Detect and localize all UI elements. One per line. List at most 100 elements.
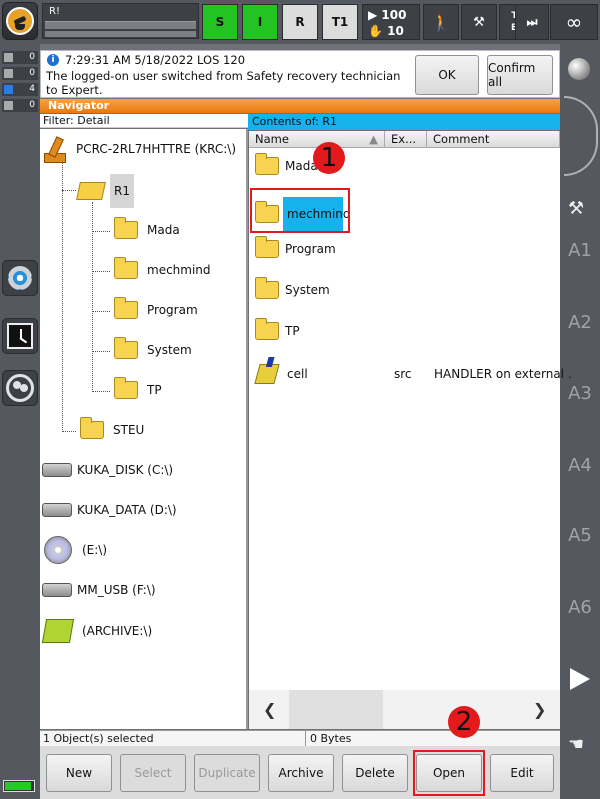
tree-connector <box>92 231 110 232</box>
counter-info[interactable]: 4 <box>2 83 38 96</box>
coordinate-arc-icon[interactable] <box>564 96 598 176</box>
counter-wait[interactable]: 0 <box>2 99 38 112</box>
cd-drive-icon <box>44 536 72 564</box>
tree-connector <box>62 190 76 191</box>
tree-node-kuka-disk[interactable]: KUKA_DISK (C:\) <box>42 463 173 477</box>
hard-drive-icon <box>42 463 72 477</box>
tree-node-mechmind[interactable]: mechmind <box>114 257 211 279</box>
users-icon <box>6 374 34 402</box>
globe-icon[interactable] <box>568 58 590 80</box>
folder-icon <box>114 337 138 359</box>
tree-connector <box>62 162 63 432</box>
message-header: 7:29:31 AM 5/18/2022 LOS 120 <box>65 53 246 67</box>
list-item[interactable]: cell src HANDLER on external . <box>254 364 572 384</box>
list-item[interactable]: TP <box>255 318 300 340</box>
tool-button[interactable]: ⚒ <box>461 4 497 40</box>
tree-node-tp[interactable]: TP <box>114 377 162 399</box>
archive-button[interactable]: Archive <box>268 754 334 792</box>
program-status-box[interactable]: R! <box>42 3 199 39</box>
scroll-thumb[interactable] <box>289 690 383 729</box>
jog-mode-button[interactable]: 🚶 <box>423 4 459 40</box>
navigator-title: Navigator <box>40 99 560 113</box>
override-box[interactable]: ▶ 100 ✋ 10 <box>362 4 420 40</box>
folder-icon <box>114 257 138 279</box>
hand-icon[interactable]: ☚ <box>568 734 584 755</box>
tree-node-program[interactable]: Program <box>114 297 198 319</box>
highlight-box-open <box>413 750 485 796</box>
list-item[interactable]: System <box>255 277 330 299</box>
fast-forward-icon: ⏭ <box>526 14 538 29</box>
drives-status[interactable]: I <box>242 4 278 40</box>
play-icon[interactable] <box>570 668 590 690</box>
tree-node-mada[interactable]: Mada <box>114 217 180 239</box>
right-sidebar: ⚒ A1 A2 A3 A4 A5 A6 ☚ <box>560 44 600 799</box>
status-bar: 1 Object(s) selected 0 Bytes <box>40 730 560 747</box>
list-item-extension: src <box>394 367 412 381</box>
selection-status: 1 Object(s) selected <box>43 732 154 745</box>
edit-button[interactable]: Edit <box>490 754 554 792</box>
tool-icon: ⚒ <box>473 14 485 30</box>
list-item[interactable]: Program <box>255 236 336 258</box>
folder-icon <box>80 417 104 439</box>
robot-interpreter-status[interactable]: R <box>282 4 318 40</box>
axis-a6[interactable]: A6 <box>560 597 600 618</box>
counter-stop[interactable]: 0 <box>2 67 38 80</box>
scroll-right-icon[interactable]: ❯ <box>533 700 546 719</box>
filter-label: Filter: Detail <box>40 114 248 128</box>
message-window: i 7:29:31 AM 5/18/2022 LOS 120 The logge… <box>40 50 560 98</box>
submit-interpreter-status[interactable]: S <box>202 4 238 40</box>
duplicate-button[interactable]: Duplicate <box>194 754 260 792</box>
delete-button[interactable]: Delete <box>342 754 408 792</box>
list-item[interactable]: Mada <box>255 153 318 175</box>
counter-value: 4 <box>29 84 35 94</box>
axis-a2[interactable]: A2 <box>560 312 600 333</box>
folder-icon <box>114 297 138 319</box>
column-header-label: Name <box>255 132 289 146</box>
tree-node-r1[interactable]: R1 <box>76 174 134 208</box>
top-status-bar: R! S I R T1 ▶ 100 ✋ 10 🚶 ⚒ T? B? ⏭ ∞ <box>0 0 600 44</box>
program-override-value: 100 <box>381 8 407 22</box>
tree-node-root[interactable]: PCRC-2RL7HHTTRE (KRC:\) <box>42 135 236 163</box>
tree-node-system[interactable]: System <box>114 337 192 359</box>
main-menu-button[interactable] <box>2 2 38 40</box>
program-name: R! <box>49 6 60 17</box>
tree-node-mm-usb[interactable]: MM_USB (F:\) <box>42 583 156 597</box>
program-progress-bar <box>45 21 196 29</box>
battery-indicator <box>3 780 35 792</box>
select-button[interactable]: Select <box>120 754 186 792</box>
tree-node-archive[interactable]: (ARCHIVE:\) <box>41 619 152 643</box>
axis-a4[interactable]: A4 <box>560 455 600 476</box>
tree-node-e-drive[interactable]: (E:\) <box>44 536 107 564</box>
info-icon: i <box>47 54 59 66</box>
jog-tool-icon[interactable]: ⚒ <box>568 198 584 219</box>
confirm-all-button[interactable]: Confirm all <box>487 55 553 95</box>
scroll-left-icon[interactable]: ❮ <box>263 700 276 719</box>
source-file-icon <box>254 364 280 384</box>
tree-node-steu[interactable]: STEU <box>80 417 144 439</box>
column-header-comment[interactable]: Comment <box>427 131 560 148</box>
settings-button[interactable] <box>2 260 38 296</box>
counter-ack[interactable]: 0 <box>2 51 38 64</box>
tree-connector <box>92 271 110 272</box>
horizontal-scrollbar[interactable]: ❮ ❯ <box>249 690 560 729</box>
walking-person-icon: 🚶 <box>431 12 451 32</box>
fast-forward-button[interactable]: ⏭ <box>515 4 549 40</box>
archive-folder-icon <box>41 619 75 643</box>
jog-override-value: 10 <box>387 24 404 38</box>
ok-button[interactable]: OK <box>415 55 479 95</box>
clock-button[interactable] <box>2 318 38 354</box>
infinity-button[interactable]: ∞ <box>550 4 598 40</box>
list-item-name: cell <box>287 367 308 381</box>
tree-node-kuka-data[interactable]: KUKA_DATA (D:\) <box>42 503 177 517</box>
axis-a3[interactable]: A3 <box>560 383 600 404</box>
tree-node-label: KUKA_DATA (D:\) <box>77 503 177 517</box>
user-group-button[interactable] <box>2 370 38 406</box>
axis-a5[interactable]: A5 <box>560 525 600 546</box>
column-header-extension[interactable]: Ex... <box>385 131 427 148</box>
size-status: 0 Bytes <box>305 731 351 747</box>
counter-value: 0 <box>29 68 35 78</box>
new-button[interactable]: New <box>46 754 112 792</box>
operating-mode[interactable]: T1 <box>322 4 358 40</box>
axis-a1[interactable]: A1 <box>560 240 600 261</box>
list-item-comment: HANDLER on external . <box>434 367 572 381</box>
